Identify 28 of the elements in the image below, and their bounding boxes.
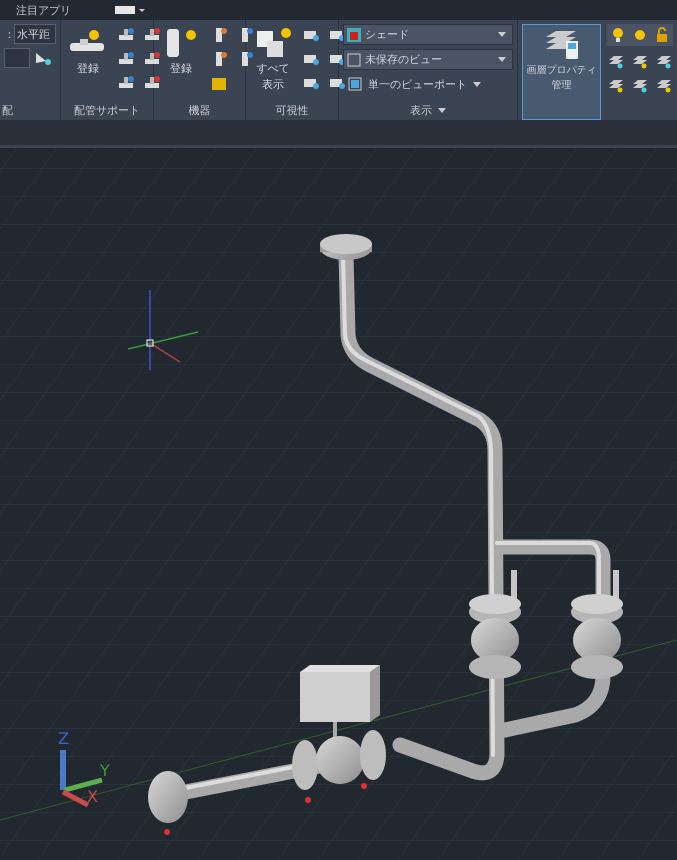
y-axis-label: Y [100,761,110,780]
caret-icon [498,57,506,62]
layer-properties-button[interactable]: 画層プロパティ管理 [522,24,601,120]
view-dropdown[interactable]: 未保存のビュー [343,49,513,70]
field-label: ： [4,26,10,42]
view-icon [347,52,361,66]
panel-title[interactable]: 表示 [339,100,517,120]
ribbon-tab[interactable]: 注目アプリ [16,2,71,18]
show-all-button[interactable]: すべて表示 [250,24,296,100]
panel-title: 可視性 [274,102,310,118]
caret-icon [498,32,506,37]
dropdown-icon[interactable] [115,5,145,15]
z-axis-label: Z [58,729,69,748]
viewport-dropdown[interactable]: 単一のビューポート [343,74,513,94]
caret-icon [473,82,481,86]
panel-title: 機器 [188,102,212,118]
crosshair-cursor-icon [128,290,198,370]
caret-icon [438,108,446,112]
panel-title: 配 [1,102,14,118]
panel-title: 配管サポート [73,102,141,118]
register-button[interactable]: 登録 [158,24,204,100]
viewport-icon [348,77,362,91]
register-button[interactable]: 登録 [65,24,111,100]
x-axis-label: X [87,787,98,806]
visual-style-dropdown[interactable]: シェード [343,24,513,45]
input-field[interactable]: 水平距 [14,24,56,44]
input-field[interactable] [4,48,30,68]
shading-icon [347,28,361,42]
